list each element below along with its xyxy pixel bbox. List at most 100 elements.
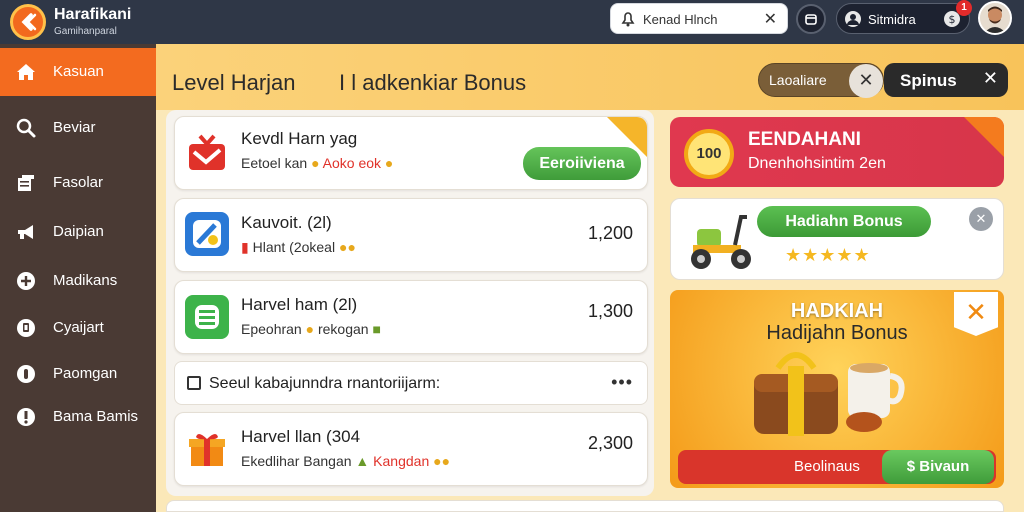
- list-item[interactable]: Harvel ham (2l) Epeohran ● rekogan ■ 1,3…: [174, 280, 648, 354]
- bonus-card[interactable]: Hadiahn Bonus ★★★★★ ✕: [670, 198, 1004, 280]
- document-icon: [14, 171, 38, 195]
- card-meta-highlight: Aoko eok: [322, 155, 382, 171]
- home-icon: [14, 60, 38, 84]
- filter-chip[interactable]: Laoaliare ✕: [758, 63, 884, 98]
- claim-button[interactable]: Eeroiiviena: [523, 147, 641, 180]
- bonus-subtitle: Hadijahn Bonus: [766, 322, 908, 344]
- gift-icon: [185, 427, 229, 471]
- more-icon[interactable]: •••: [611, 372, 633, 393]
- card-meta: Ekedlihar Bangan ▲ Kangdan ●●: [241, 453, 450, 469]
- sidebar-item-fasolar[interactable]: Fasolar: [0, 159, 156, 207]
- bonus-claim-button[interactable]: $ Bivaun: [882, 450, 994, 484]
- sidebar-item-label: Bama Bamis: [53, 408, 139, 425]
- coin-icon: ●●: [338, 239, 356, 255]
- sidebar-item-beviar[interactable]: Beviar: [0, 104, 156, 152]
- clear-search-icon[interactable]: ✕: [764, 9, 777, 29]
- sidebar-item-daipian[interactable]: Daipian: [0, 208, 156, 256]
- brand-subtitle: Gamihanparal: [54, 26, 117, 37]
- list-item[interactable]: Kauvoit. (2l) ▮ Hlant (2okeal ●● 1,200: [174, 198, 648, 272]
- user-menu[interactable]: Sitmidra $: [836, 3, 970, 34]
- top-bar: Harafikani Gamihanparal Kenad Hlnch ✕ Si…: [0, 0, 1024, 44]
- flag-icon: ▮: [241, 239, 253, 255]
- notification-badge[interactable]: 1: [956, 0, 972, 16]
- user-icon: [844, 10, 862, 33]
- bell-icon: [621, 11, 635, 32]
- brand-logo-icon[interactable]: [10, 4, 46, 40]
- bonus-panel[interactable]: HADKIAH Hadijahn Bonus ✕ Beolinaus $ Biv…: [670, 290, 1004, 488]
- bonus-pill[interactable]: Hadiahn Bonus: [757, 206, 931, 237]
- sidebar-item-madikans[interactable]: Madikans: [0, 257, 156, 305]
- card-meta-label: Hlant (2okeal: [252, 239, 336, 255]
- close-icon[interactable]: ✕: [849, 64, 883, 98]
- card-meta: Eetoel kan ● Aoko eok ●: [241, 155, 393, 171]
- page-subtitle: I l adkenkiar Bonus: [339, 70, 527, 95]
- search-value: Kenad Hlnch: [643, 12, 718, 27]
- database-icon: [185, 295, 229, 339]
- close-icon[interactable]: ✕: [969, 207, 993, 231]
- close-icon[interactable]: ✕: [954, 292, 998, 336]
- card-title: Kevdl Harn yag: [241, 129, 358, 148]
- card-meta-label: Eetoel kan: [241, 155, 308, 171]
- event-banner[interactable]: 100 EENDAHANI Dnenhohsintim 2en: [670, 117, 1004, 187]
- card-meta-label: rekogan: [317, 321, 369, 337]
- card-amount: 1,200: [587, 223, 633, 243]
- list-item[interactable]: Kevdl Harn yag Eetoel kan ● Aoko eok ● E…: [174, 116, 648, 190]
- sidebar-item-label: Paomgan: [53, 365, 118, 382]
- scooter-icon: [685, 207, 757, 278]
- reward-list: Kevdl Harn yag Eetoel kan ● Aoko eok ● E…: [166, 110, 654, 496]
- level-badge: 100: [684, 129, 734, 179]
- settings-button[interactable]: [796, 4, 826, 34]
- sidebar: Kasuan Beviar Fasolar Daipian Madikans C…: [0, 44, 156, 512]
- main-header: Level Harjan I l adkenkiar Bonus Laoalia…: [156, 44, 1024, 110]
- search-input[interactable]: Kenad Hlnch ✕: [610, 3, 788, 34]
- avatar[interactable]: [978, 1, 1012, 35]
- cup-icon: [842, 360, 912, 441]
- treasure-chest-icon: [748, 346, 844, 443]
- card-title: Kauvoit. (2l): [241, 213, 332, 232]
- star-corner-icon: [964, 117, 1004, 157]
- info-icon: [14, 362, 38, 386]
- promo-row[interactable]: Seeul kabajunndra rnantoriijarm: •••: [174, 361, 648, 405]
- sidebar-item-label: Madikans: [53, 272, 118, 289]
- gift-box-icon: [185, 131, 229, 175]
- brand-title: Harafikani: [54, 6, 132, 23]
- card-title: Harvel ham (2l): [241, 295, 358, 314]
- app-icon: [185, 212, 229, 256]
- badge-icon: [14, 316, 38, 340]
- card-meta: ▮ Hlant (2okeal ●●: [241, 239, 356, 256]
- sidebar-item-cyaijart[interactable]: Cyaijart: [0, 304, 156, 352]
- card-amount: 2,300: [587, 433, 633, 453]
- promo-checkbox[interactable]: [187, 376, 201, 390]
- promo-text: Seeul kabajunndra rnantoriijarm:: [209, 375, 441, 392]
- coin-icon: ●: [384, 155, 394, 171]
- svg-text:$: $: [949, 13, 956, 26]
- bonus-title: HADKIAH: [790, 300, 884, 322]
- search-icon: [14, 116, 38, 140]
- close-icon[interactable]: ✕: [983, 68, 998, 89]
- sidebar-item-paomgan[interactable]: Paomgan: [0, 350, 156, 398]
- alert-icon: [14, 405, 38, 429]
- sidebar-item-label: Daipian: [53, 223, 104, 240]
- page-title: Level Harjan: [172, 70, 296, 95]
- bonus-bar: Beolinaus $ Bivaun: [678, 450, 996, 484]
- banner-subtitle: Dnenhohsintim 2en: [748, 155, 886, 172]
- sidebar-item-label: Cyaijart: [53, 319, 104, 336]
- sidebar-item-kasuan[interactable]: Kasuan: [0, 48, 156, 96]
- sidebar-item-bama-bamis[interactable]: Bama Bamis: [0, 393, 156, 441]
- coin-icon: ●: [305, 321, 315, 337]
- bottom-card-edge: [166, 500, 1004, 512]
- card-meta-label: Epeohran: [241, 321, 302, 337]
- rating-stars: ★★★★★: [785, 245, 871, 265]
- flag-icon: ▲: [355, 453, 370, 469]
- coin-icon: ●●: [433, 453, 451, 469]
- sidebar-item-label: Fasolar: [53, 174, 104, 191]
- card-amount: 1,300: [587, 301, 633, 321]
- card-meta: Epeohran ● rekogan ■: [241, 321, 381, 337]
- spinus-button[interactable]: Spinus ✕: [884, 63, 1008, 97]
- list-item[interactable]: Harvel llan (304 Ekedlihar Bangan ▲ Kang…: [174, 412, 648, 486]
- bonus-bar-label: Beolinaus: [794, 458, 860, 475]
- sidebar-item-label: Kasuan: [53, 63, 104, 80]
- banner-title: EENDAHANI: [748, 129, 861, 150]
- coin-icon: ●: [311, 155, 320, 171]
- coin-icon: ■: [372, 321, 381, 337]
